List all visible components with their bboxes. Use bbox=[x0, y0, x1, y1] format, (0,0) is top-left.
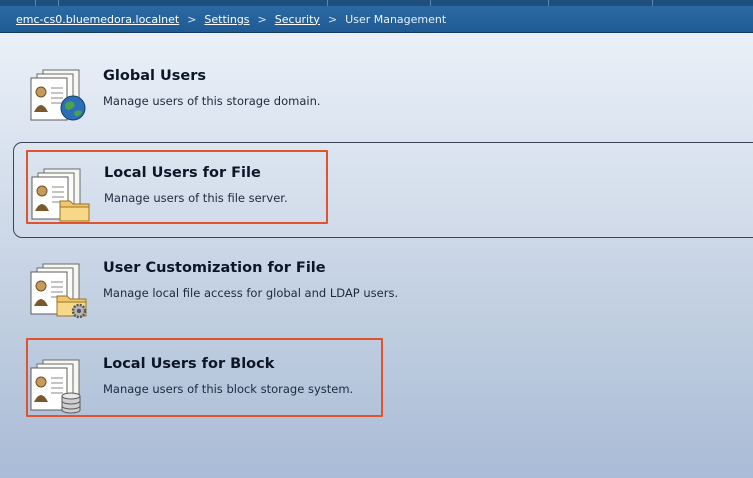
breadcrumb-settings-link[interactable]: Settings bbox=[204, 13, 249, 26]
breadcrumb: emc-cs0.bluemedora.localnet > Settings >… bbox=[0, 6, 753, 33]
breadcrumb-current: User Management bbox=[345, 12, 447, 26]
breadcrumb-host-link[interactable]: emc-cs0.bluemedora.localnet bbox=[16, 13, 179, 26]
list-item-local-users-block[interactable]: Local Users for Block Manage users of th… bbox=[13, 334, 753, 430]
item-title: Local Users for File bbox=[104, 165, 261, 181]
item-title: Local Users for Block bbox=[103, 356, 275, 372]
item-title: User Customization for File bbox=[103, 260, 326, 276]
users-database-icon bbox=[29, 352, 93, 416]
item-description: Manage local file access for global and … bbox=[103, 286, 399, 300]
users-folder-icon bbox=[30, 161, 94, 225]
list-item-local-users-file[interactable]: Local Users for File Manage users of thi… bbox=[13, 142, 753, 238]
users-globe-icon bbox=[29, 62, 93, 126]
item-description: Manage users of this file server. bbox=[104, 191, 288, 205]
item-description: Manage users of this storage domain. bbox=[103, 94, 321, 108]
item-title: Global Users bbox=[103, 68, 207, 84]
item-description: Manage users of this block storage syste… bbox=[103, 382, 354, 396]
breadcrumb-separator: > bbox=[327, 12, 338, 26]
list-item-global-users[interactable]: Global Users Manage users of this storag… bbox=[13, 44, 753, 140]
users-folder-gear-icon bbox=[29, 256, 93, 320]
breadcrumb-security-link[interactable]: Security bbox=[275, 13, 320, 26]
breadcrumb-separator: > bbox=[257, 12, 267, 26]
breadcrumb-separator: > bbox=[187, 12, 197, 26]
list-item-user-customization-file[interactable]: User Customization for File Manage local… bbox=[13, 238, 753, 334]
